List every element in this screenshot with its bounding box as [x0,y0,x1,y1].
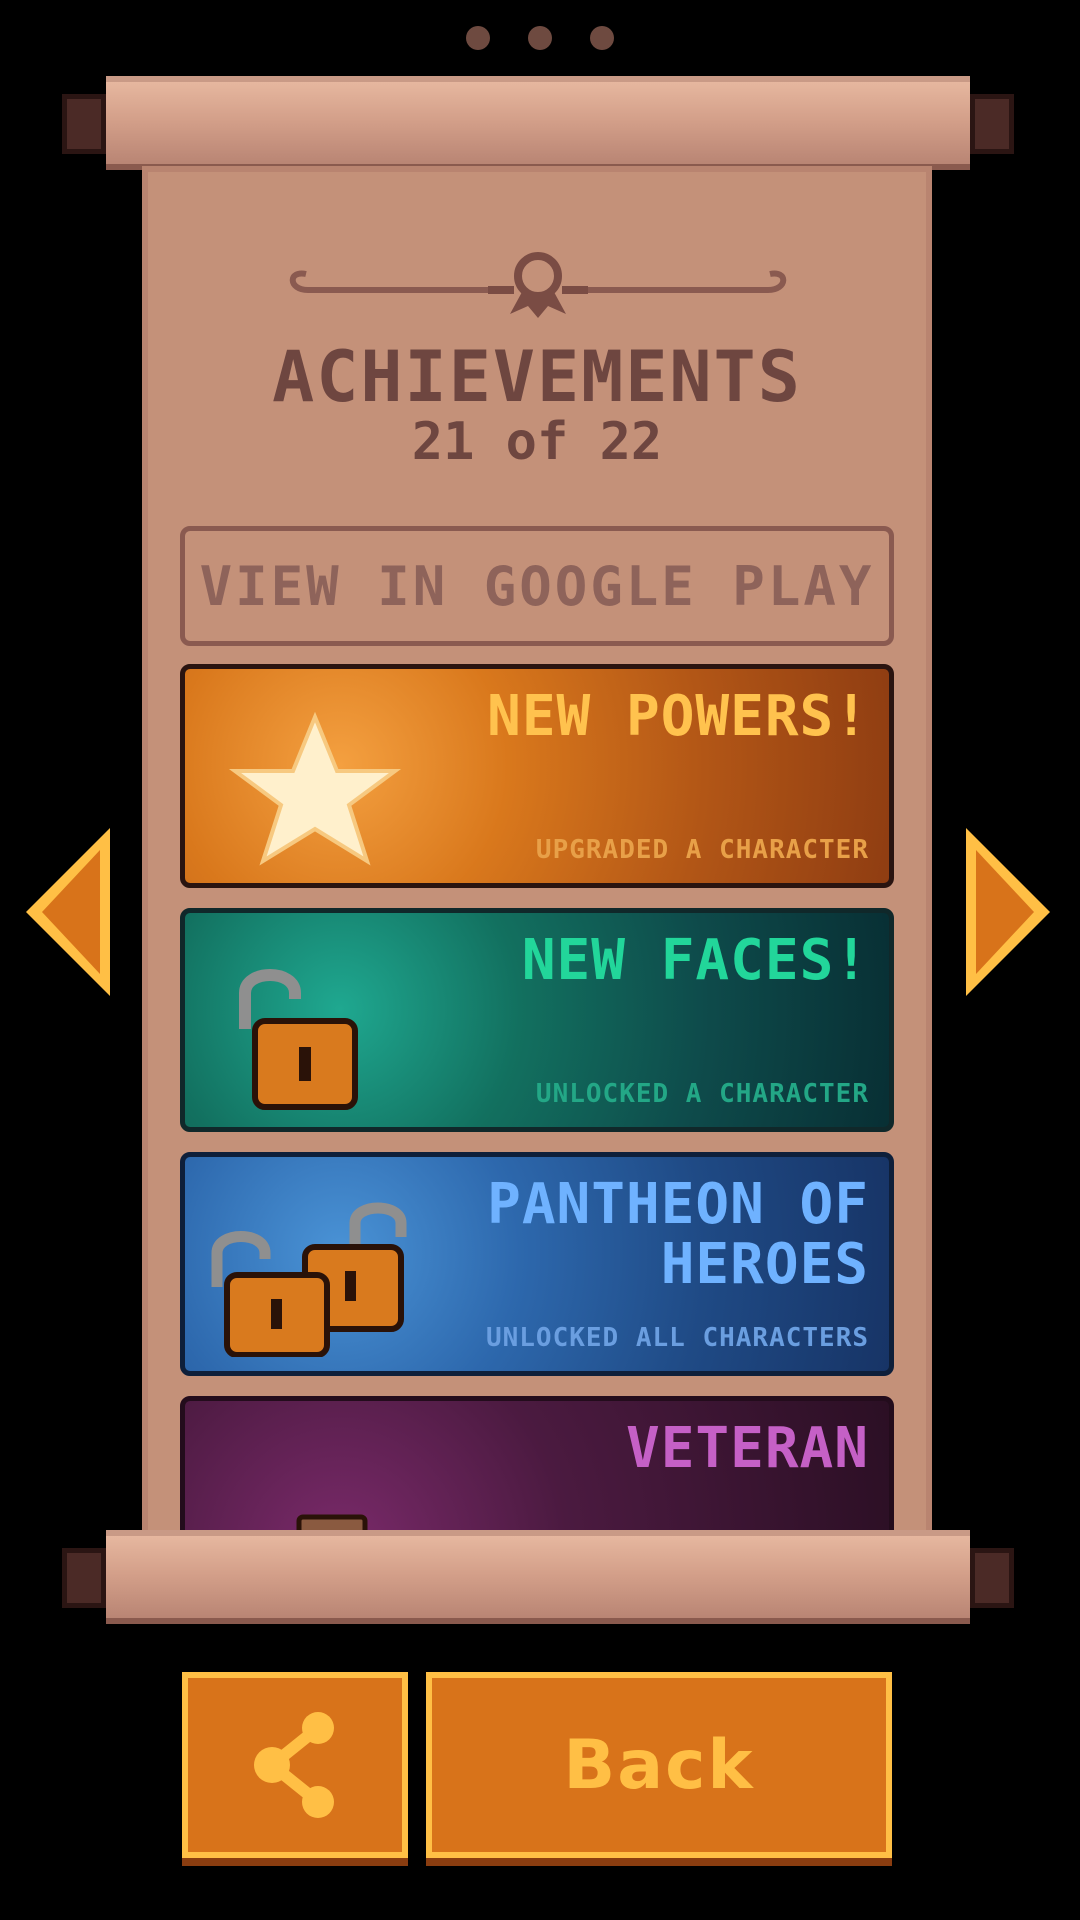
achievement-count: 21 of 22 [411,412,663,472]
page-indicator [0,26,1080,50]
achievement-card[interactable]: NEW POWERS! UPGRADED A CHARACTER [180,664,894,888]
page-dot [466,26,490,50]
rod-cap [970,94,1014,154]
view-in-google-play-button[interactable]: VIEW IN GOOGLE PLAY [180,526,894,646]
padlock-open-icon [239,969,358,1110]
share-icon [254,1712,334,1818]
page-dot [590,26,614,50]
two-padlocks-open-icon [211,1202,407,1357]
rod-bar [106,1530,970,1624]
achievement-title: PANTHEON OF HEROES [487,1172,869,1297]
previous-page-arrow-icon[interactable] [20,824,114,1000]
achievement-description: UNLOCKED ALL CHARACTERS [485,1323,869,1353]
page-dot [528,26,552,50]
achievement-description: UPGRADED A CHARACTER [535,835,869,865]
achievement-card[interactable]: NEW FACES! UNLOCKED A CHARACTER [180,908,894,1132]
rod-bar [106,76,970,170]
page-title: ACHIEVEMENTS [272,336,802,418]
rod-cap [62,1548,106,1608]
rod-cap [62,94,106,154]
potion-icon [296,1514,368,1536]
achievements-scroll[interactable]: ACHIEVEMENTS 21 of 22 VIEW IN GOOGLE PLA… [142,166,932,1536]
ribbon-ornament-icon [289,252,787,318]
rod-cap [970,1548,1014,1608]
share-button[interactable] [182,1672,408,1858]
star-icon [228,711,402,866]
achievement-title: NEW POWERS! [487,684,869,749]
scroll-bottom-rod [62,1530,1014,1624]
back-button[interactable]: Back [426,1672,892,1858]
achievement-title: NEW FACES! [521,928,869,993]
achievement-card[interactable]: PANTHEON OF HEROES UNLOCKED ALL CHARACTE… [180,1152,894,1376]
achievement-card[interactable]: VETERAN [180,1396,894,1536]
scroll-top-rod [62,76,1014,170]
achievement-title: VETERAN [625,1416,869,1481]
achievement-description: UNLOCKED A CHARACTER [535,1079,869,1109]
next-page-arrow-icon[interactable] [962,824,1056,1000]
